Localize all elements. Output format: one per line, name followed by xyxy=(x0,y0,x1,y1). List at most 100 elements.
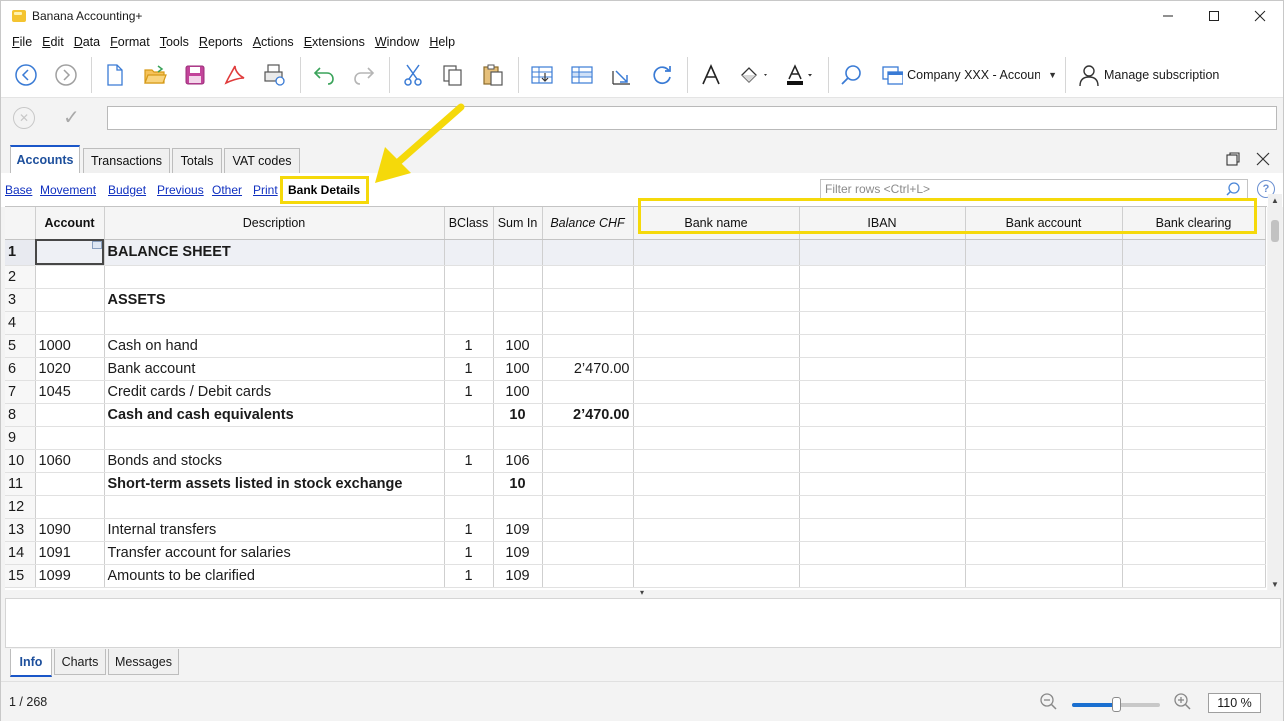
cell-description[interactable]: Cash and cash equivalents xyxy=(104,403,445,427)
zoom-out-button[interactable] xyxy=(1039,692,1059,715)
cell-sum-in[interactable]: 109 xyxy=(493,564,543,588)
zoom-slider-thumb[interactable] xyxy=(1112,697,1121,712)
open-file-button[interactable] xyxy=(138,58,172,92)
cell-bank-account[interactable] xyxy=(965,518,1123,542)
export-pdf-button[interactable] xyxy=(218,58,252,92)
menu-reports[interactable]: Reports xyxy=(194,35,248,49)
cell-account[interactable]: 1091 xyxy=(35,541,105,565)
cell-account[interactable] xyxy=(35,472,105,496)
filter-rows-input[interactable]: Filter rows <Ctrl+L> xyxy=(820,179,1248,199)
cell-iban[interactable] xyxy=(799,357,966,381)
cell-description[interactable]: ASSETS xyxy=(104,288,445,312)
cell-iban[interactable] xyxy=(799,426,966,450)
cell-account[interactable]: 1045 xyxy=(35,380,105,404)
cell-bclass[interactable]: 1 xyxy=(444,518,494,542)
confirm-edit-button[interactable]: ✓ xyxy=(63,105,80,130)
zoom-in-button[interactable] xyxy=(1173,692,1193,715)
cell-bank-account[interactable] xyxy=(965,449,1123,473)
tab-info[interactable]: Info xyxy=(10,649,52,677)
cell-iban[interactable] xyxy=(799,403,966,427)
cell-account[interactable] xyxy=(35,426,105,450)
cell-bclass[interactable] xyxy=(444,426,494,450)
undo-button[interactable] xyxy=(307,58,341,92)
cell-bclass[interactable] xyxy=(444,472,494,496)
menu-window[interactable]: Window xyxy=(370,35,424,49)
cell-balance[interactable] xyxy=(542,334,634,358)
cell-description[interactable] xyxy=(104,495,445,519)
cell-account[interactable]: 1099 xyxy=(35,564,105,588)
row-number[interactable]: 12 xyxy=(5,495,36,519)
cell-balance[interactable]: 2’470.00 xyxy=(542,357,634,381)
row-number[interactable]: 6 xyxy=(5,357,36,381)
cell-bank-name[interactable] xyxy=(633,403,800,427)
cell-description[interactable]: BALANCE SHEET xyxy=(104,239,445,266)
cell-bank-account[interactable] xyxy=(965,265,1123,289)
cell-bank-account[interactable] xyxy=(965,472,1123,496)
cell-iban[interactable] xyxy=(799,239,966,266)
cell-bank-name[interactable] xyxy=(633,564,800,588)
cut-button[interactable] xyxy=(396,58,430,92)
recalculate-button[interactable] xyxy=(645,58,679,92)
cell-account[interactable] xyxy=(35,265,105,289)
row-number[interactable]: 8 xyxy=(5,403,36,427)
tab-charts[interactable]: Charts xyxy=(54,649,106,675)
view-link-budget[interactable]: Budget xyxy=(108,183,146,197)
scrollbar-thumb[interactable] xyxy=(1271,220,1279,242)
zoom-level-field[interactable]: 110 % xyxy=(1208,693,1261,713)
cell-balance[interactable] xyxy=(542,541,634,565)
cell-sum-in[interactable]: 109 xyxy=(493,518,543,542)
cell-account[interactable] xyxy=(35,403,105,427)
cell-bank-name[interactable] xyxy=(633,334,800,358)
cell-account[interactable]: 1020 xyxy=(35,357,105,381)
cell-bank-clearing[interactable] xyxy=(1122,541,1266,565)
cell-iban[interactable] xyxy=(799,541,966,565)
cell-bclass[interactable] xyxy=(444,265,494,289)
cell-bank-name[interactable] xyxy=(633,449,800,473)
cell-bank-name[interactable] xyxy=(633,239,800,266)
cell-sum-in[interactable] xyxy=(493,426,543,450)
cell-bank-account[interactable] xyxy=(965,311,1123,335)
cell-bank-clearing[interactable] xyxy=(1122,380,1266,404)
cell-bank-clearing[interactable] xyxy=(1122,265,1266,289)
cell-description[interactable] xyxy=(104,426,445,450)
cell-iban[interactable] xyxy=(799,518,966,542)
cell-editor-icon[interactable] xyxy=(91,240,102,249)
cell-description[interactable]: Credit cards / Debit cards xyxy=(104,380,445,404)
manage-subscription-button[interactable]: Manage subscription xyxy=(1072,58,1225,92)
row-number[interactable]: 9 xyxy=(5,426,36,450)
cell-bank-name[interactable] xyxy=(633,311,800,335)
cell-sum-in[interactable]: 106 xyxy=(493,449,543,473)
cell-bank-name[interactable] xyxy=(633,288,800,312)
company-file-selector[interactable]: Company XXX - Accoun... ▼ xyxy=(875,58,1063,92)
row-number[interactable]: 4 xyxy=(5,311,36,335)
cell-sum-in[interactable]: 109 xyxy=(493,541,543,565)
cell-bank-account[interactable] xyxy=(965,403,1123,427)
cell-description[interactable]: Bank account xyxy=(104,357,445,381)
cell-sum-in[interactable] xyxy=(493,265,543,289)
cell-account[interactable]: 1000 xyxy=(35,334,105,358)
cell-edit-input[interactable] xyxy=(107,106,1277,130)
cell-bank-account[interactable] xyxy=(965,541,1123,565)
cell-iban[interactable] xyxy=(799,311,966,335)
cell-bank-clearing[interactable] xyxy=(1122,403,1266,427)
cell-description[interactable]: Short-term assets listed in stock exchan… xyxy=(104,472,445,496)
cell-sum-in[interactable]: 100 xyxy=(493,357,543,381)
cell-bclass[interactable]: 1 xyxy=(444,449,494,473)
menu-file[interactable]: File xyxy=(7,35,37,49)
cell-iban[interactable] xyxy=(799,265,966,289)
minimize-button[interactable] xyxy=(1145,1,1191,31)
cell-bclass[interactable] xyxy=(444,239,494,266)
text-color-button[interactable] xyxy=(780,58,820,92)
cell-bank-account[interactable] xyxy=(965,380,1123,404)
cell-bank-account[interactable] xyxy=(965,239,1123,266)
redo-button[interactable] xyxy=(347,58,381,92)
cell-iban[interactable] xyxy=(799,495,966,519)
cell-bank-clearing[interactable] xyxy=(1122,518,1266,542)
cell-bank-name[interactable] xyxy=(633,472,800,496)
cell-bank-name[interactable] xyxy=(633,541,800,565)
cell-sum-in[interactable]: 10 xyxy=(493,403,543,427)
cell-bclass[interactable]: 1 xyxy=(444,357,494,381)
cell-bank-clearing[interactable] xyxy=(1122,239,1266,266)
menu-help[interactable]: Help xyxy=(424,35,460,49)
back-button[interactable] xyxy=(9,58,43,92)
